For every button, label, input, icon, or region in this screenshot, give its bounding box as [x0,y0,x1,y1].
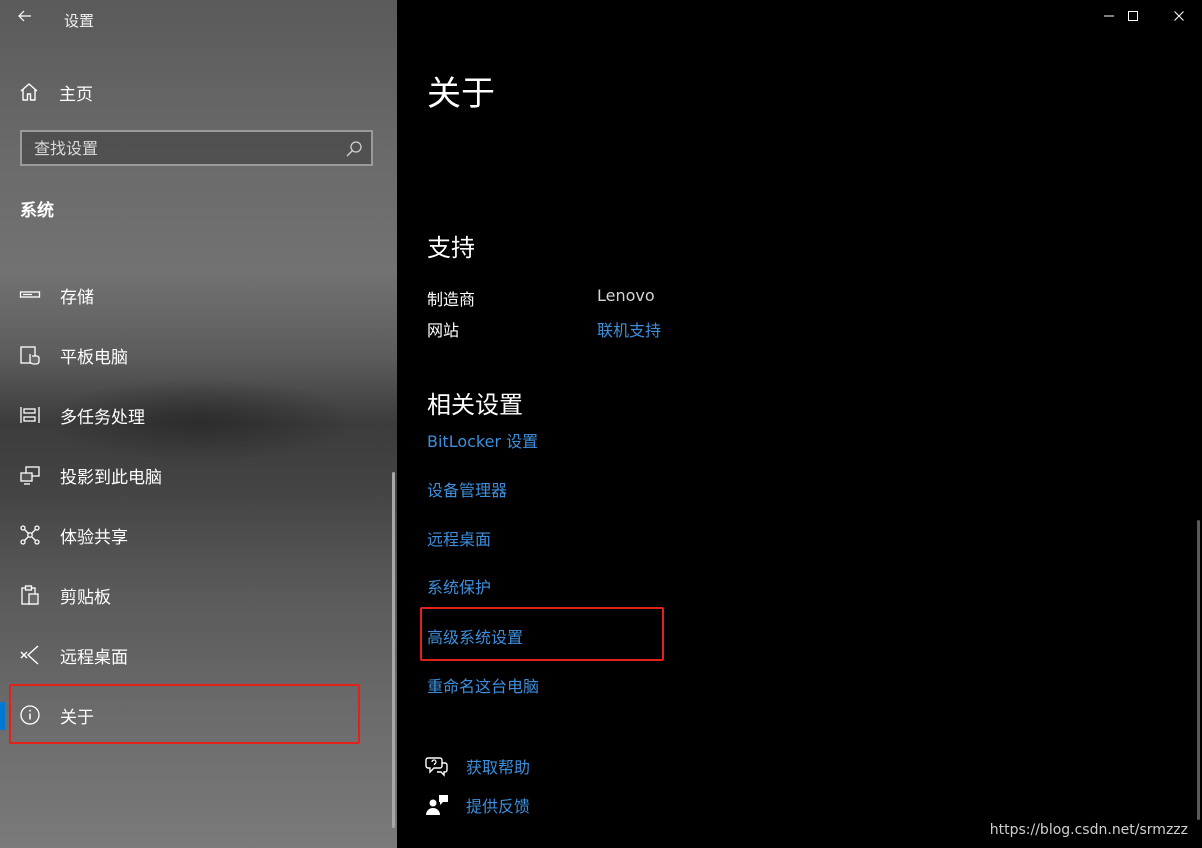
app-title: 设置 [64,12,95,30]
close-button[interactable] [1156,0,1202,32]
sidebar-item-label: 多任务处理 [60,407,145,428]
website-label: 网站 [427,321,460,340]
section-heading-system: 系统 [20,201,54,221]
give-feedback-label: 提供反馈 [466,797,531,816]
sidebar-item-storage[interactable]: 存储 [0,265,392,325]
remote-desktop-icon [18,643,42,667]
maximize-button[interactable] [1110,0,1156,32]
search-icon[interactable] [345,140,363,158]
main-content: 关于 支持 制造商 Lenovo 网站 联机支持 相关设置 BitLocker … [397,0,1202,848]
manufacturer-label: 制造商 [427,290,476,309]
rename-pc-link[interactable]: 重命名这台电脑 [427,673,539,697]
multitasking-icon [18,403,42,427]
chat-help-icon [425,754,449,778]
system-protection-link[interactable]: 系统保护 [427,574,491,598]
sidebar-item-label: 体验共享 [60,527,128,548]
home-label: 主页 [59,84,93,105]
feedback-icon [425,793,449,817]
back-button[interactable] [12,4,38,28]
storage-icon [18,283,42,307]
settings-window: 设置 主页 系统 存储 [0,0,1202,848]
close-icon [1174,11,1184,21]
sidebar-item-label: 平板电脑 [60,347,128,368]
related-settings-heading: 相关设置 [427,391,523,419]
maximize-icon [1128,11,1138,21]
support-heading: 支持 [427,234,475,262]
online-support-link[interactable]: 联机支持 [597,317,661,341]
get-help-label: 获取帮助 [466,758,531,777]
back-arrow-icon [18,10,31,22]
remote-desktop-link[interactable]: 远程桌面 [427,526,491,550]
sidebar-nav: 存储 平板电脑 多任务处理 投影到此电脑 体验共享 剪贴板 远程桌面 关于 [0,265,392,745]
sidebar-item-label: 剪贴板 [60,587,111,608]
highlight-box-about [9,684,360,744]
sidebar-item-share[interactable]: 体验共享 [0,505,392,565]
sidebar-item-home[interactable]: 主页 [18,78,93,106]
sidebar-item-project[interactable]: 投影到此电脑 [0,445,392,505]
clipboard-icon [18,583,42,607]
share-icon [18,523,42,547]
project-icon [18,463,42,487]
sidebar-scrollbar[interactable] [392,472,395,828]
search-box[interactable] [20,130,373,166]
give-feedback-link[interactable]: 提供反馈 [425,792,530,818]
sidebar-item-label: 远程桌面 [60,647,128,668]
sidebar: 设置 主页 系统 存储 [0,0,397,848]
sidebar-item-clipboard[interactable]: 剪贴板 [0,565,392,625]
sidebar-item-label: 投影到此电脑 [60,467,162,488]
bitlocker-settings-link[interactable]: BitLocker 设置 [427,428,538,452]
highlight-box-advanced-settings [420,607,664,661]
device-manager-link[interactable]: 设备管理器 [427,477,507,501]
selection-indicator [0,702,5,730]
search-input[interactable] [22,132,366,164]
page-title: 关于 [427,74,495,114]
home-icon [20,83,38,101]
main-scrollbar[interactable] [1197,520,1200,820]
sidebar-item-label: 存储 [60,287,94,308]
tablet-icon [18,343,42,367]
get-help-link[interactable]: 获取帮助 [425,753,530,779]
sidebar-item-remote-desktop[interactable]: 远程桌面 [0,625,392,685]
sidebar-item-tablet[interactable]: 平板电脑 [0,325,392,385]
sidebar-item-multitasking[interactable]: 多任务处理 [0,385,392,445]
manufacturer-value: Lenovo [597,286,655,305]
watermark: https://blog.csdn.net/srmzzz [989,822,1188,838]
